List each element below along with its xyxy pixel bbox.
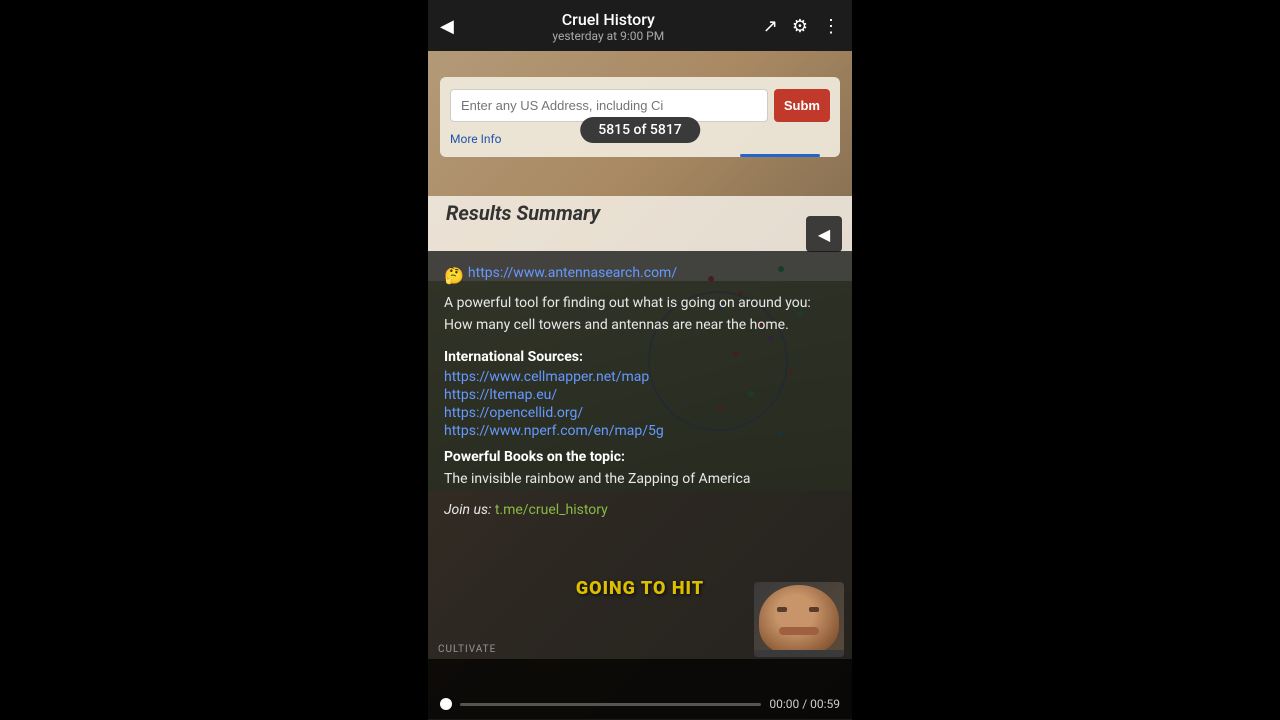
thinking-emoji: 🤔 [444, 265, 464, 287]
cellmapper-link[interactable]: https://www.cellmapper.net/map [444, 369, 836, 385]
video-player: 00:00 / 00:59 [428, 659, 852, 719]
content-area: 5815 of 5817 Subm More Info Results Summ… [428, 51, 852, 719]
body-text: A powerful tool for finding out what is … [444, 293, 836, 336]
books-title: Powerful Books on the topic: [444, 449, 836, 465]
settings-icon[interactable]: ⚙ [792, 18, 808, 36]
cultivate-label: CULTIVATE [438, 644, 496, 655]
antenna-search-link[interactable]: https://www.antennasearch.com/ [468, 265, 677, 281]
phone-container: ◀ Cruel History yesterday at 9:00 PM ↗ ⚙… [428, 0, 852, 720]
share-icon[interactable]: ↗ [763, 18, 778, 36]
video-thumbnail [754, 582, 844, 657]
video-controls: 00:00 / 00:59 [428, 697, 852, 711]
submit-button[interactable]: Subm [774, 89, 830, 122]
header: ◀ Cruel History yesterday at 9:00 PM ↗ ⚙… [428, 0, 852, 51]
join-text: Join us: t.me/cruel_history [444, 502, 836, 518]
nav-back-arrow[interactable]: ◀ [806, 216, 842, 252]
books-text: The invisible rainbow and the Zapping of… [444, 469, 836, 491]
video-time-display: 00:00 / 00:59 [769, 697, 840, 711]
first-line: 🤔 https://www.antennasearch.com/ [444, 265, 836, 287]
nperf-link[interactable]: https://www.nperf.com/en/map/5g [444, 423, 836, 439]
opencellid-link[interactable]: https://opencellid.org/ [444, 405, 836, 421]
header-center: Cruel History yesterday at 9:00 PM [454, 10, 763, 43]
progress-bar[interactable] [460, 703, 761, 706]
progress-indicator[interactable] [440, 698, 452, 710]
blue-line-decoration [740, 154, 820, 157]
telegram-link[interactable]: t.me/cruel_history [495, 502, 608, 518]
post-timestamp: yesterday at 9:00 PM [454, 29, 763, 43]
more-icon[interactable]: ⋮ [822, 18, 840, 36]
going-to-hit-text: GOING TO HIT [576, 578, 704, 599]
channel-title: Cruel History [454, 10, 763, 29]
international-sources-title: International Sources: [444, 349, 836, 365]
back-button[interactable]: ◀ [440, 18, 454, 36]
header-actions: ↗ ⚙ ⋮ [763, 18, 840, 36]
message-counter: 5815 of 5817 [580, 117, 700, 143]
ltemap-link[interactable]: https://ltemap.eu/ [444, 387, 836, 403]
results-summary-text: Results Summary [446, 201, 600, 225]
more-info-link[interactable]: More Info [450, 132, 502, 146]
